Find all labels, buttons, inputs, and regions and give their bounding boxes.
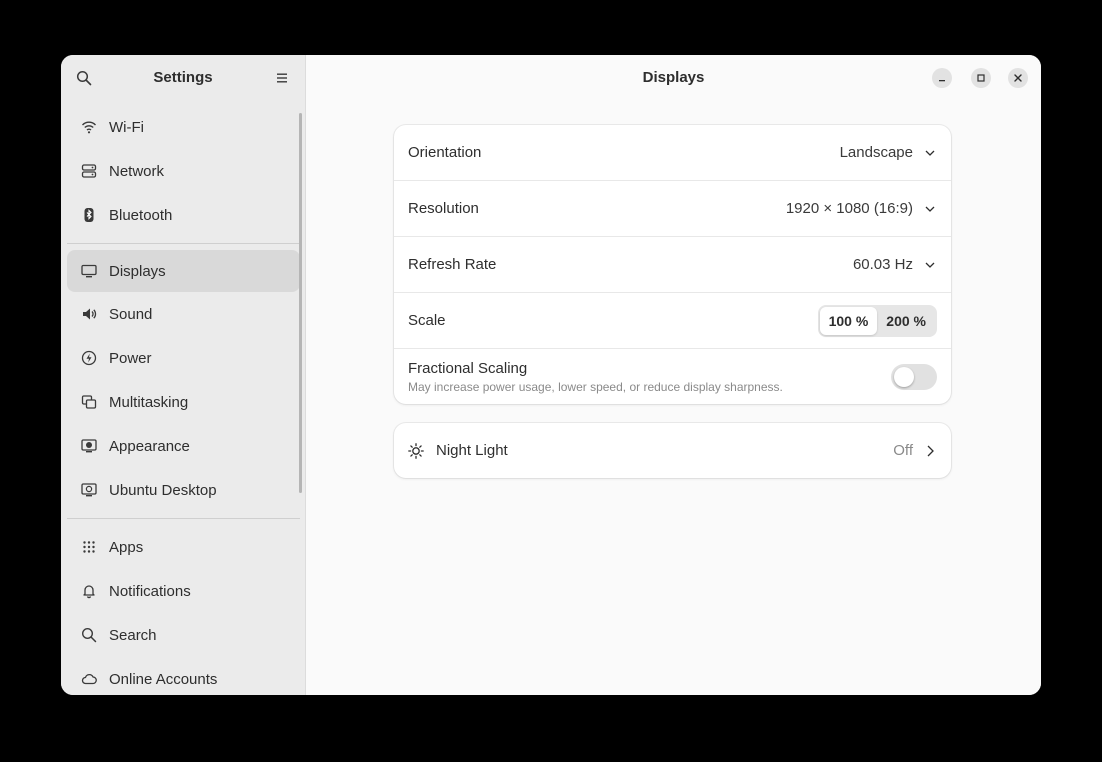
power-icon (81, 350, 97, 366)
orientation-row[interactable]: Orientation Landscape (394, 125, 951, 181)
apps-grid-icon (81, 539, 97, 555)
sidebar-item-label: Displays (109, 262, 166, 280)
sidebar-item-label: Network (109, 162, 165, 180)
maximize-button[interactable] (971, 68, 991, 88)
refresh-rate-row[interactable]: Refresh Rate 60.03 Hz (394, 237, 951, 293)
sidebar-scrollbar[interactable] (299, 113, 302, 493)
refresh-rate-label: Refresh Rate (408, 256, 497, 273)
switch-knob (894, 366, 914, 387)
maximize-icon (977, 74, 985, 82)
scale-toggle-group: 100 % 200 % (817, 304, 937, 337)
cloud-icon (81, 671, 97, 687)
sidebar-item-bluetooth[interactable]: Bluetooth (67, 193, 300, 237)
chevron-right-icon (923, 444, 937, 458)
main-menu-button[interactable] (271, 67, 293, 89)
refresh-rate-value: 60.03 Hz (852, 256, 913, 273)
scale-option-200[interactable]: 200 % (877, 307, 935, 335)
resolution-row[interactable]: Resolution 1920 × 1080 (16:9) (394, 181, 951, 237)
minimize-button[interactable] (932, 68, 952, 88)
sidebar-item-label: Online Accounts (109, 670, 218, 688)
sidebar-item-appearance[interactable]: Appearance (67, 424, 300, 468)
chevron-down-icon (923, 146, 937, 160)
search-icon (81, 627, 97, 643)
main-content: Displays Orientation Landscape Resolutio… (306, 55, 1041, 695)
fractional-scaling-label: Fractional Scaling (408, 359, 528, 377)
sidebar-list: Wi-Fi Network Bluetooth Displays Sound P… (67, 105, 300, 695)
close-button[interactable] (1008, 68, 1028, 88)
settings-window: Settings Wi-Fi Network Bluetooth Display (61, 55, 1041, 695)
sun-icon (408, 442, 424, 459)
sidebar-header: Settings (61, 55, 305, 101)
appearance-icon (81, 438, 97, 454)
scale-row: Scale 100 % 200 % (394, 293, 951, 349)
sidebar-item-label: Search (109, 626, 157, 644)
orientation-value: Landscape (839, 144, 913, 161)
sidebar-item-label: Apps (109, 538, 144, 556)
resolution-label: Resolution (408, 200, 479, 217)
scale-option-100[interactable]: 100 % (819, 306, 878, 335)
night-light-card: Night Light Off (394, 423, 951, 478)
orientation-label: Orientation (408, 144, 482, 161)
hamburger-menu-icon (277, 73, 287, 83)
sidebar-item-displays[interactable]: Displays (67, 250, 300, 292)
sidebar-item-sound[interactable]: Sound (67, 292, 300, 336)
sidebar-item-ubuntu-desktop[interactable]: Ubuntu Desktop (67, 468, 300, 512)
sidebar-item-label: Sound (109, 305, 153, 323)
sidebar-divider (67, 518, 300, 519)
night-light-row[interactable]: Night Light Off (394, 423, 951, 478)
sidebar-item-label: Notifications (109, 582, 191, 600)
fractional-scaling-switch[interactable] (891, 363, 937, 390)
multitasking-icon (81, 394, 97, 410)
bell-icon (81, 583, 97, 599)
wifi-icon (81, 119, 97, 135)
sidebar-item-label: Ubuntu Desktop (109, 481, 217, 499)
sidebar-item-power[interactable]: Power (67, 336, 300, 380)
close-icon (1014, 74, 1022, 82)
sidebar-item-notifications[interactable]: Notifications (67, 569, 300, 613)
sidebar-item-wifi[interactable]: Wi-Fi (67, 105, 300, 149)
bluetooth-icon (81, 207, 97, 223)
sidebar-item-label: Wi-Fi (109, 118, 144, 136)
night-light-label: Night Light (436, 442, 508, 459)
sidebar-item-label: Appearance (109, 437, 190, 455)
fractional-scaling-text: Fractional Scaling May increase power us… (408, 360, 891, 394)
sidebar-item-online-accounts[interactable]: Online Accounts (67, 657, 300, 695)
network-icon (81, 163, 97, 179)
sidebar-item-apps[interactable]: Apps (67, 525, 300, 569)
night-light-status: Off (893, 442, 913, 459)
page-title: Displays (642, 69, 705, 86)
chevron-down-icon (923, 202, 937, 216)
sidebar-item-label: Multitasking (109, 393, 189, 411)
scale-label: Scale (408, 312, 446, 329)
sidebar-item-label: Bluetooth (109, 206, 173, 224)
display-settings-card: Orientation Landscape Resolution 1920 × … (394, 125, 951, 404)
speaker-icon (81, 306, 97, 322)
ubuntu-desktop-icon (81, 482, 97, 498)
sidebar-divider (67, 243, 300, 244)
chevron-down-icon (923, 258, 937, 272)
sidebar-item-search[interactable]: Search (67, 613, 300, 657)
sidebar-title: Settings (153, 69, 213, 86)
display-icon (81, 263, 97, 279)
fractional-scaling-row: Fractional Scaling May increase power us… (394, 349, 951, 404)
sidebar-item-multitasking[interactable]: Multitasking (67, 380, 300, 424)
sidebar-item-network[interactable]: Network (67, 149, 300, 193)
fractional-scaling-description: May increase power usage, lower speed, o… (408, 379, 783, 394)
resolution-value: 1920 × 1080 (16:9) (785, 200, 913, 217)
sidebar-item-label: Power (109, 349, 152, 367)
sidebar: Settings Wi-Fi Network Bluetooth Display (61, 55, 306, 695)
minimize-icon (939, 80, 945, 82)
